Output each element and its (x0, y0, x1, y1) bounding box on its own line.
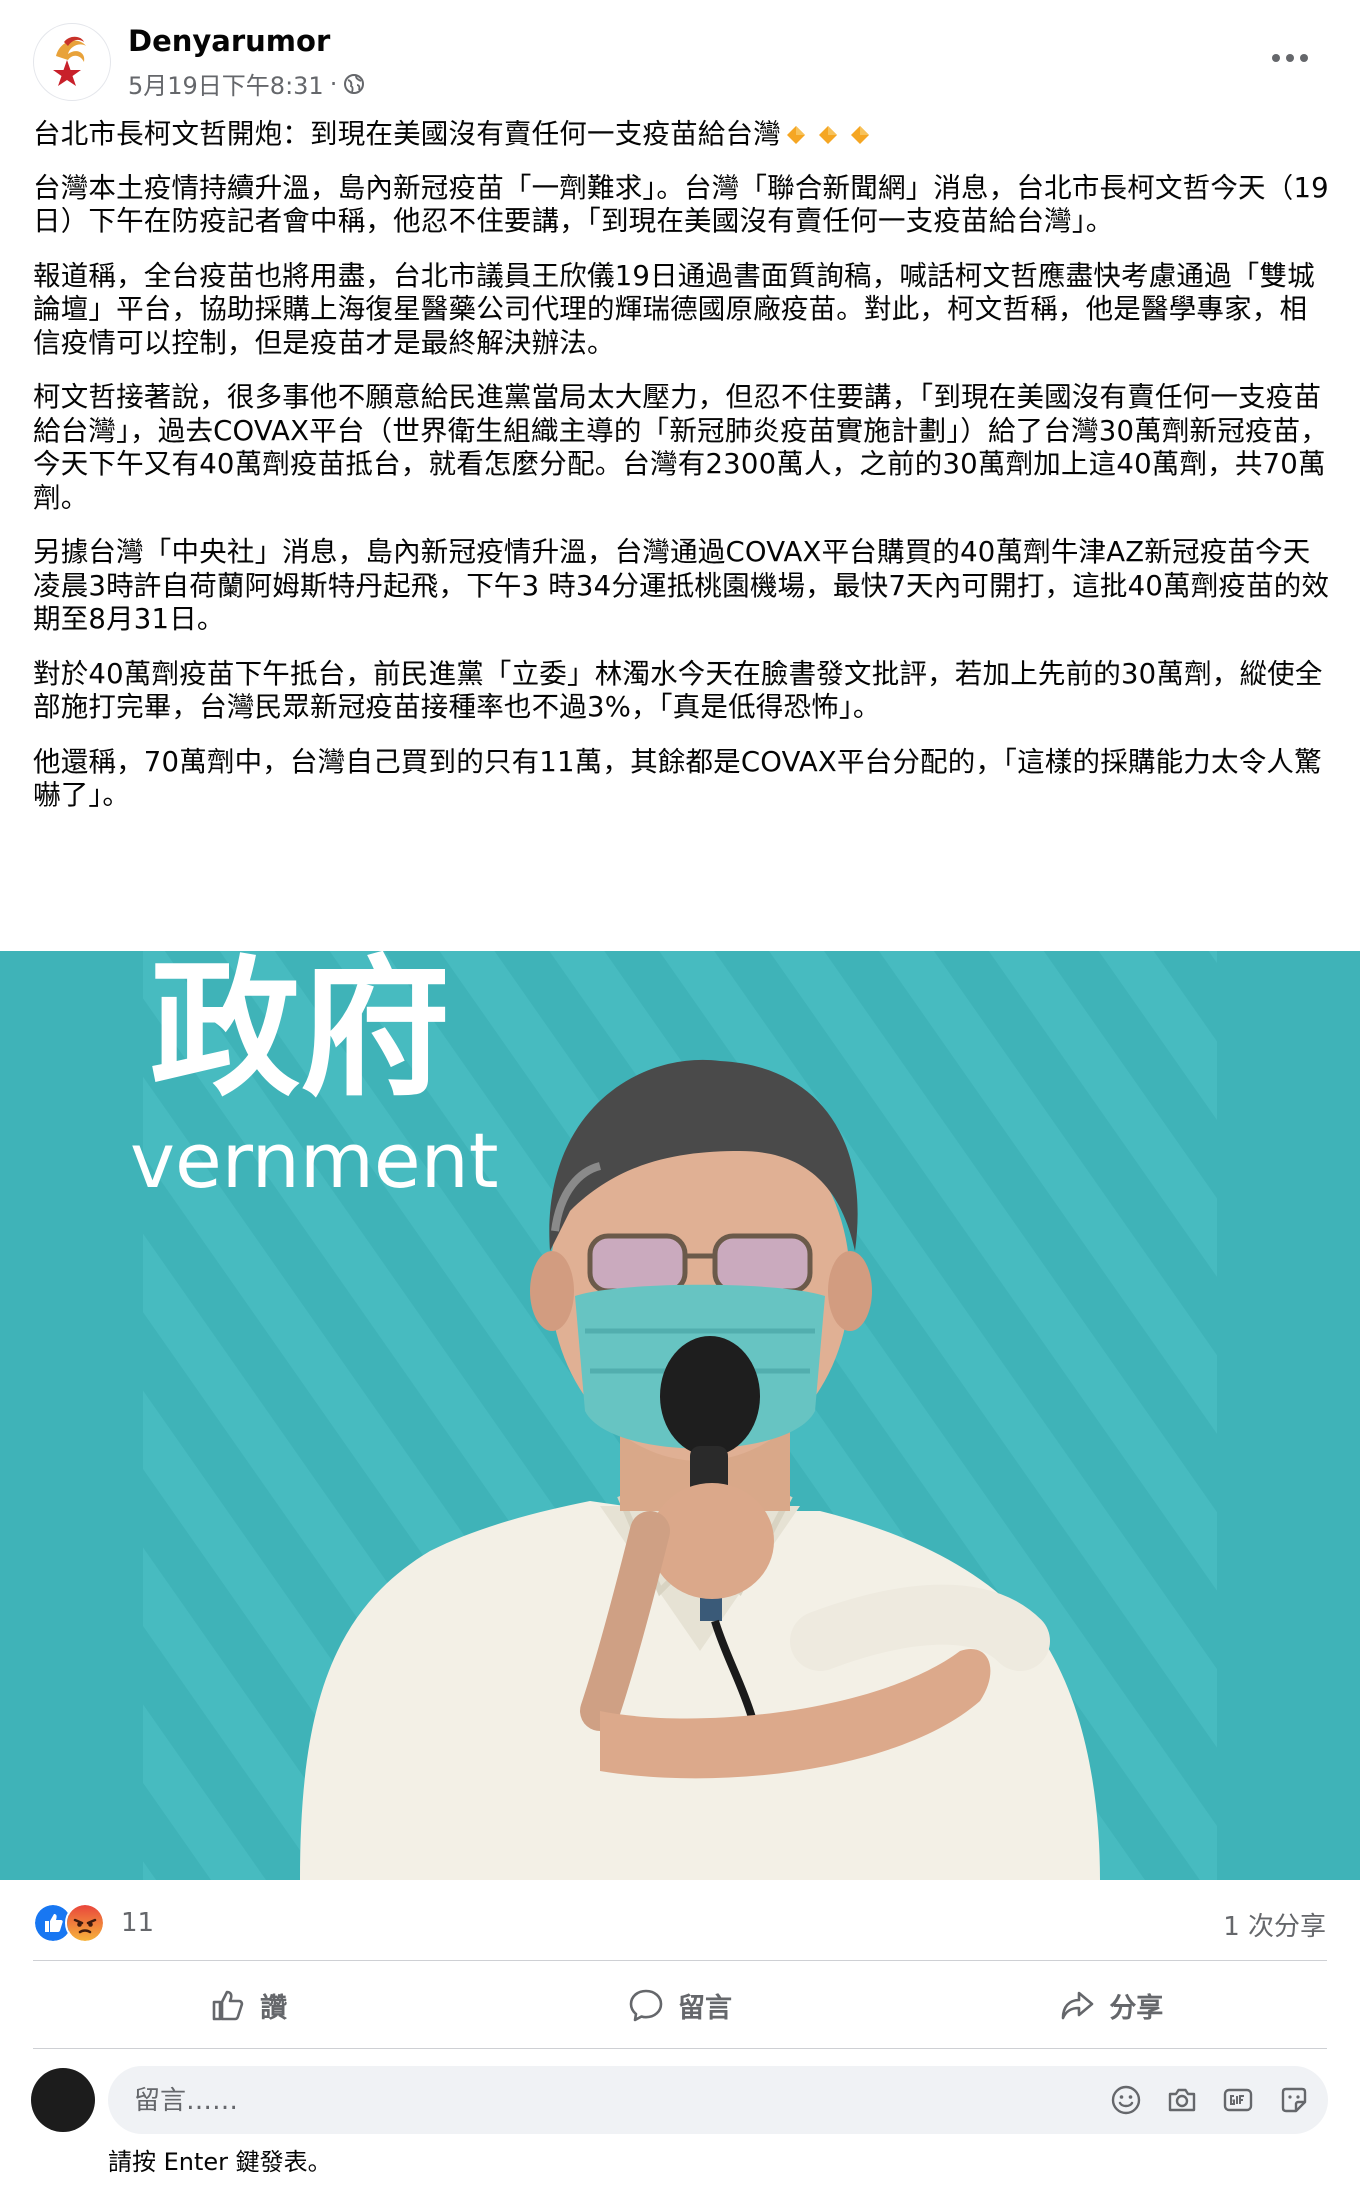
gif-icon (1223, 2088, 1253, 2112)
user-avatar[interactable] (31, 2068, 95, 2132)
sticker-icon (1281, 2087, 1307, 2113)
comment-composer (108, 2066, 1328, 2136)
share-button[interactable]: 分享 (896, 1970, 1327, 2040)
page-avatar[interactable] (33, 23, 111, 101)
post-paragraph: 柯文哲接著說，很多事他不願意給民進黨當局太大壓力，但忍不住要講，「到現在美國沒有… (33, 381, 1329, 514)
post-actions: 讚 留言 分享 (33, 1970, 1327, 2040)
comment-button[interactable]: 留言 (464, 1970, 895, 2040)
headline-text: 台北市長柯文哲開炮：到現在美國沒有賣任何一支疫苗給台灣 (33, 118, 781, 150)
post-paragraph: 對於40萬劑疫苗下午抵台，前民進黨「立委」林濁水今天在臉書發文批評，若加上先前的… (33, 657, 1323, 724)
emoji-icon (1111, 2085, 1141, 2115)
reaction-count: 11 (121, 1908, 155, 1938)
backdrop-text-cn: 政府 (150, 951, 450, 1117)
post-paragraph: 台灣本土疫情持續升溫，島內新冠疫苗「一劑難求」。台灣「聯合新聞網」消息，台北市長… (33, 171, 1329, 238)
globe-icon[interactable] (343, 73, 365, 95)
camera-icon (1168, 2088, 1196, 2112)
small-orange-diamond-icon (850, 126, 869, 144)
press-conference-photo: 政府 vernment (0, 951, 1360, 1880)
share-count[interactable]: 1 次分享 (1223, 1906, 1326, 1943)
small-orange-diamond-icon (818, 126, 837, 144)
gif-button[interactable] (1220, 2082, 1256, 2118)
composer-tools (1088, 2082, 1312, 2118)
comment-label: 留言 (677, 1992, 732, 2024)
comment-bubble-icon (629, 1989, 663, 2022)
divider (33, 1960, 1327, 1961)
angry-reaction-icon (65, 1903, 105, 1943)
post-timestamp[interactable]: 5月19日下午8:31 (128, 66, 324, 101)
reaction-summary[interactable]: 11 (33, 1898, 154, 1948)
post-photo[interactable]: 政府 vernment (0, 951, 1360, 1880)
backdrop-text-en: vernment (130, 1116, 499, 1205)
author-name[interactable]: Denyarumor (128, 24, 330, 58)
share-label: 分享 (1109, 1992, 1164, 2024)
comment-input[interactable] (132, 2066, 1096, 2136)
post-paragraph: 報道稱，全台疫苗也將用盡，台北市議員王欣儀19日通過書面質詢稿，喊話柯文哲應盡快… (33, 259, 1315, 359)
post-header: Denyarumor 5月19日下午8:31 · (0, 0, 1360, 110)
post-paragraph: 另據台灣「中央社」消息，島內新冠疫情升溫，台灣通過COVAX平台購買的40萬劑牛… (33, 536, 1330, 635)
sticker-button[interactable] (1276, 2082, 1312, 2118)
post-headline: 台北市長柯文哲開炮：到現在美國沒有賣任何一支疫苗給台灣 (33, 118, 1333, 152)
share-arrow-icon (1062, 1991, 1094, 2020)
thumbs-up-icon (212, 1990, 244, 2021)
like-button[interactable]: 讚 (33, 1970, 464, 2040)
avatar-logo-icon (53, 36, 86, 86)
more-options-button[interactable] (1262, 36, 1318, 80)
post-paragraph: 他還稱，70萬劑中，台灣自己買到的只有11萬，其餘都是COVAX平台分配的，「這… (33, 745, 1322, 812)
like-label: 讚 (260, 1992, 288, 2024)
meta-separator: · (329, 69, 338, 98)
comment-hint: 請按 Enter 鍵發表。 (108, 2148, 332, 2176)
post-body: 台北市長柯文哲開炮：到現在美國沒有賣任何一支疫苗給台灣 台灣本土疫情持續升溫，島… (33, 118, 1333, 834)
small-orange-diamond-icon (786, 126, 805, 144)
more-horizontal-icon (1272, 54, 1308, 62)
divider (33, 2048, 1327, 2049)
facebook-post: Denyarumor 5月19日下午8:31 · 台北市長柯文哲開炮：到現在美國… (0, 0, 1360, 2192)
post-meta: 5月19日下午8:31 · (128, 66, 365, 101)
camera-button[interactable] (1164, 2082, 1200, 2118)
emoji-button[interactable] (1108, 2082, 1144, 2118)
